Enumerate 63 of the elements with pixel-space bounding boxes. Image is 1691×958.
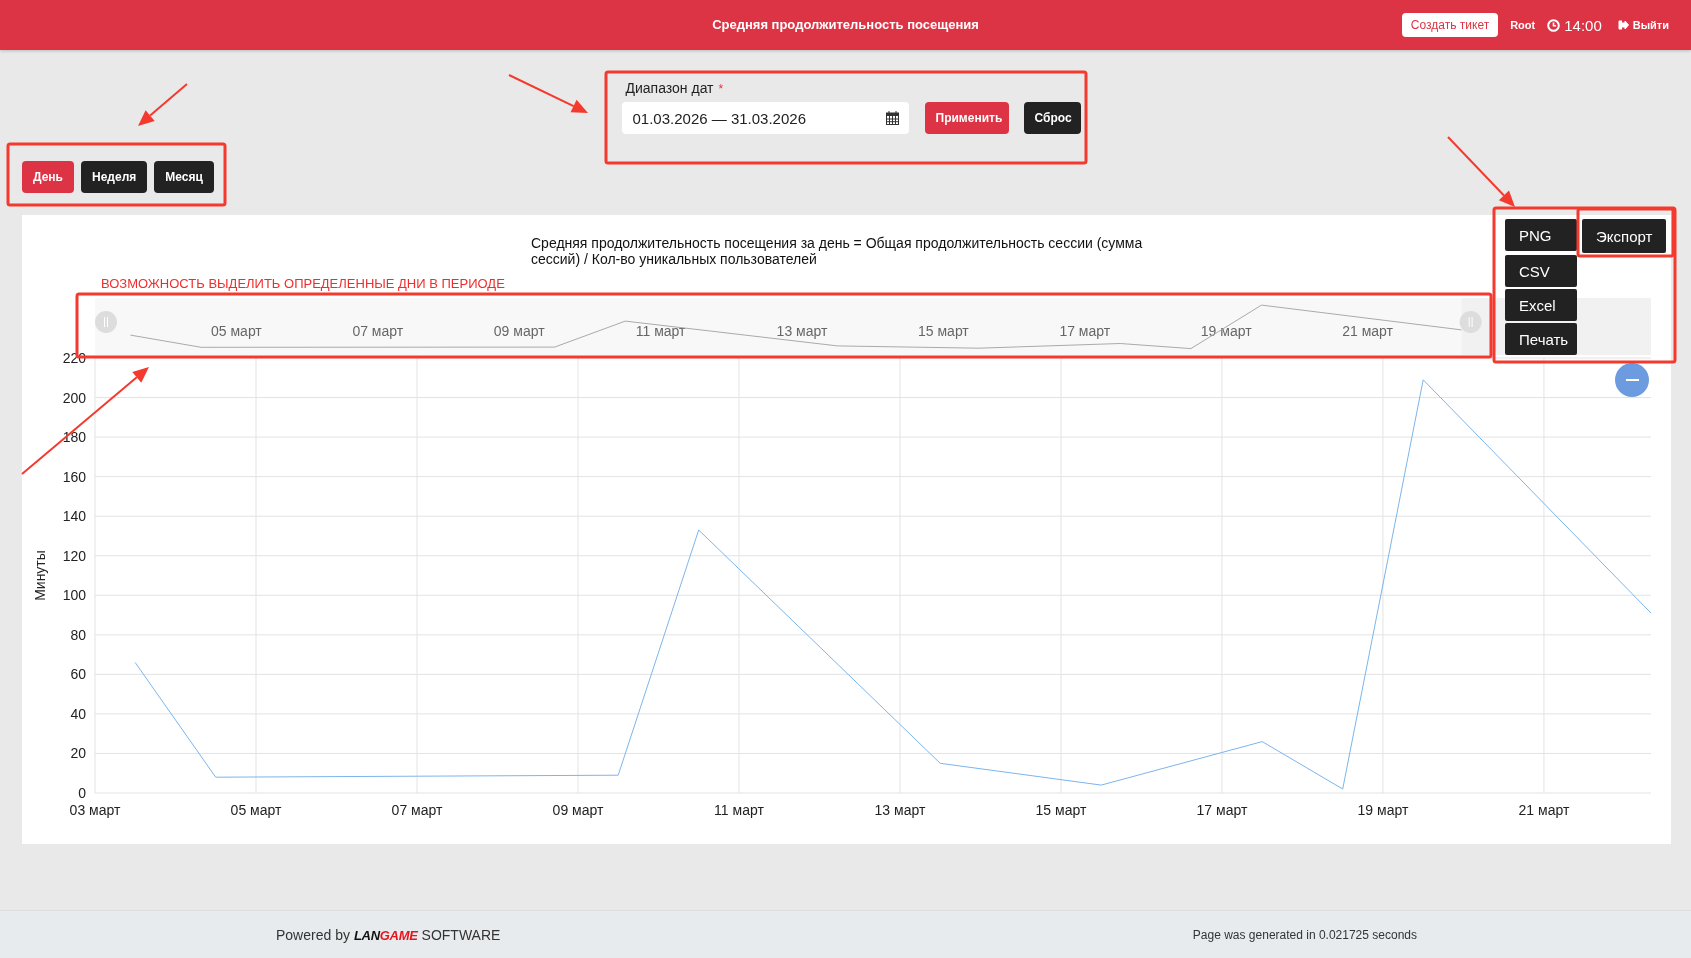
x-axis-label: 15 март [1035, 802, 1087, 818]
x-axis-label: 03 март [69, 802, 121, 818]
reset-button[interactable]: Сброс [1023, 102, 1081, 134]
export-menu-item[interactable]: Печать [1505, 323, 1577, 355]
navigator-label: 05 март [211, 323, 262, 339]
brand-logo: LANGAME [353, 927, 418, 943]
y-axis-title: Минуты [32, 550, 48, 601]
page-title: Средняя продолжительность посещения [712, 17, 979, 32]
create-ticket-button[interactable]: Создать тикет [1401, 13, 1499, 37]
user-name: Root [1510, 19, 1536, 31]
apply-button[interactable]: Применить [924, 102, 1009, 134]
required-mark: * [718, 82, 724, 96]
y-axis-label: 200 [62, 389, 86, 406]
x-axis-label: 05 март [230, 802, 282, 818]
annotation-note: ВОЗМОЖНОСТЬ ВЫДЕЛИТЬ ОПРЕДЕЛЕННЫЕ ДНИ В ПЕРИОДЕ [101, 276, 505, 291]
y-axis-label: 60 [70, 666, 86, 683]
x-axis-label: 09 март [552, 802, 604, 818]
range-handle[interactable] [95, 311, 117, 333]
date-range-field[interactable]: 01.03.2026 — 31.03.2026 [621, 102, 909, 134]
logout-icon [1617, 20, 1629, 30]
annotation-arrow [1447, 136, 1515, 207]
export-menu-item[interactable]: CSV [1505, 255, 1577, 287]
generation-time: Page was generated in 0.021725 seconds [1192, 927, 1417, 942]
navigator-label: 17 март [1059, 323, 1111, 339]
navigator-label: 11 март [635, 323, 686, 339]
x-axis-label: 17 март [1196, 802, 1248, 818]
y-axis-label: 80 [70, 626, 86, 643]
annotation-arrow [138, 83, 188, 126]
y-axis-label: 100 [62, 587, 86, 604]
x-axis-label: 07 март [391, 802, 443, 818]
navigator-label: 21 март [1342, 323, 1393, 339]
export-menu-item[interactable]: Excel [1505, 289, 1577, 321]
period-tab[interactable]: Неделя [81, 161, 148, 193]
x-axis-label: 19 март [1357, 802, 1409, 818]
navigator-label: 13 март [776, 323, 828, 339]
calendar-icon [885, 111, 899, 125]
clock-icon [1547, 18, 1561, 32]
x-axis-label: 21 март [1518, 802, 1570, 818]
navigator-label: 07 март [352, 323, 404, 339]
logout-link[interactable]: Выйти [1617, 19, 1669, 31]
zoom-out-button[interactable] [1615, 363, 1649, 397]
navigator-label: 19 март [1200, 323, 1252, 339]
y-axis-label: 180 [62, 429, 86, 446]
navigator-label: 09 март [493, 323, 545, 339]
field-label: Диапазон дат [625, 80, 714, 96]
y-axis-label: 20 [70, 745, 86, 762]
x-axis-label: 11 март [714, 802, 764, 818]
clock-time: 14:00 [1564, 16, 1602, 34]
y-axis-label: 160 [62, 468, 86, 485]
y-axis-label: 0 [78, 785, 86, 801]
period-tab[interactable]: День [22, 161, 74, 193]
range-handle[interactable] [1459, 311, 1482, 333]
export-menu-item[interactable]: PNG [1505, 219, 1577, 251]
x-axis-label: 13 март [874, 802, 926, 818]
powered-by-text: Powered by [276, 926, 350, 943]
y-axis-label: 140 [62, 508, 86, 525]
y-axis-label: 40 [70, 705, 86, 722]
chart-title: Средняя продолжительность посещения за день = Общая продолжительность сессии (сумма сессий) / Кол-во уникальных пользователей [531, 235, 1144, 267]
export-button[interactable]: Экспорт [1582, 219, 1667, 253]
y-axis-label: 120 [62, 547, 86, 564]
software-text: SOFTWARE [421, 926, 501, 943]
period-tab[interactable]: Месяц [154, 161, 214, 193]
navigator-label: 15 март [918, 323, 969, 339]
